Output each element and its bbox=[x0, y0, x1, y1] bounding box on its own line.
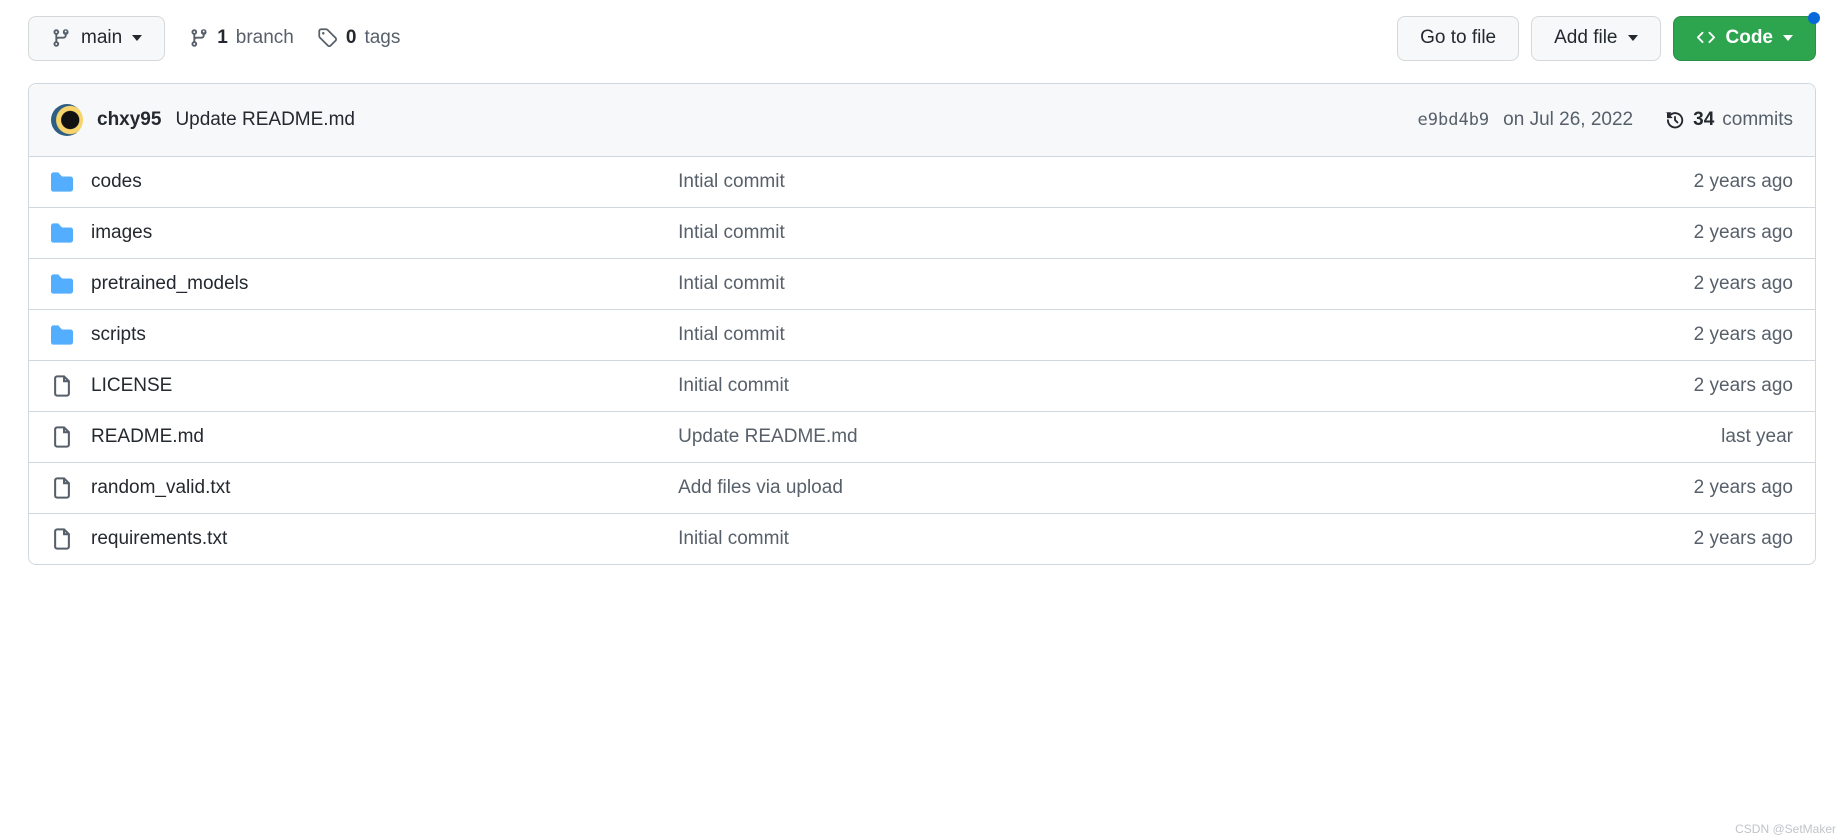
branches-link[interactable]: 1 branch bbox=[189, 27, 294, 49]
branches-word: branch bbox=[236, 27, 294, 49]
file-name-cell: random_valid.txt bbox=[51, 477, 678, 499]
commit-author[interactable]: chxy95 bbox=[97, 109, 161, 131]
folder-icon bbox=[51, 273, 73, 295]
branches-count: 1 bbox=[217, 27, 228, 49]
commit-hash[interactable]: e9bd4b9 bbox=[1418, 110, 1490, 130]
file-name-cell: codes bbox=[51, 171, 678, 193]
file-name-link[interactable]: scripts bbox=[91, 324, 146, 346]
file-name-link[interactable]: codes bbox=[91, 171, 142, 193]
file-row: images Intial commit2 years ago bbox=[29, 207, 1815, 258]
file-row: scripts Intial commit2 years ago bbox=[29, 309, 1815, 360]
git-branch-icon bbox=[51, 28, 71, 48]
commit-date: on Jul 26, 2022 bbox=[1503, 109, 1633, 131]
file-row: LICENSE Initial commit2 years ago bbox=[29, 360, 1815, 411]
file-row: random_valid.txt Add files via upload2 ye… bbox=[29, 462, 1815, 513]
toolbar-right: Go to file Add file Code bbox=[1397, 16, 1816, 61]
file-commit-age: 2 years ago bbox=[1445, 477, 1793, 499]
commits-word: commits bbox=[1722, 109, 1793, 131]
folder-icon bbox=[51, 171, 73, 193]
file-name-cell: pretrained_models bbox=[51, 273, 678, 295]
file-commit-age: 2 years ago bbox=[1445, 528, 1793, 550]
commits-link[interactable]: 34 commits bbox=[1665, 109, 1793, 131]
file-name-link[interactable]: requirements.txt bbox=[91, 528, 227, 550]
caret-down-icon bbox=[1783, 35, 1793, 41]
add-file-button[interactable]: Add file bbox=[1531, 16, 1660, 61]
repo-toolbar: main 1 branch 0 tags Go to file Add file bbox=[28, 16, 1816, 61]
file-name-cell: LICENSE bbox=[51, 375, 678, 397]
folder-icon bbox=[51, 324, 73, 346]
file-commit-message[interactable]: Intial commit bbox=[678, 171, 1444, 193]
file-name-link[interactable]: pretrained_models bbox=[91, 273, 248, 295]
toolbar-left: main 1 branch 0 tags bbox=[28, 16, 1377, 61]
git-branch-icon bbox=[189, 28, 209, 48]
file-icon bbox=[51, 528, 73, 550]
file-name-cell: scripts bbox=[51, 324, 678, 346]
file-icon bbox=[51, 426, 73, 448]
file-name-cell: requirements.txt bbox=[51, 528, 678, 550]
branch-name: main bbox=[81, 27, 122, 50]
commits-count: 34 bbox=[1693, 109, 1714, 131]
file-name-cell: images bbox=[51, 222, 678, 244]
file-commit-age: 2 years ago bbox=[1445, 273, 1793, 295]
go-to-file-label: Go to file bbox=[1420, 27, 1496, 50]
file-row: requirements.txt Initial commit2 years ag… bbox=[29, 513, 1815, 564]
code-label: Code bbox=[1726, 27, 1774, 50]
file-name-cell: README.md bbox=[51, 426, 678, 448]
branch-selector-button[interactable]: main bbox=[28, 16, 165, 61]
file-commit-message[interactable]: Update README.md bbox=[678, 426, 1444, 448]
code-button[interactable]: Code bbox=[1673, 16, 1817, 61]
file-name-link[interactable]: random_valid.txt bbox=[91, 477, 230, 499]
file-list-panel: chxy95 Update README.md e9bd4b9 on Jul 2… bbox=[28, 83, 1816, 565]
tag-icon bbox=[318, 28, 338, 48]
go-to-file-button[interactable]: Go to file bbox=[1397, 16, 1519, 61]
file-commit-message[interactable]: Initial commit bbox=[678, 528, 1444, 550]
commit-message[interactable]: Update README.md bbox=[175, 109, 355, 131]
file-commit-age: 2 years ago bbox=[1445, 222, 1793, 244]
file-commit-age: last year bbox=[1445, 426, 1793, 448]
file-row: codes Intial commit2 years ago bbox=[29, 157, 1815, 207]
file-commit-message[interactable]: Add files via upload bbox=[678, 477, 1444, 499]
file-commit-message[interactable]: Initial commit bbox=[678, 375, 1444, 397]
file-commit-message[interactable]: Intial commit bbox=[678, 324, 1444, 346]
file-commit-age: 2 years ago bbox=[1445, 324, 1793, 346]
file-name-link[interactable]: README.md bbox=[91, 426, 204, 448]
history-icon bbox=[1665, 110, 1685, 130]
file-icon bbox=[51, 375, 73, 397]
tags-word: tags bbox=[364, 27, 400, 49]
watermark: CSDN @SetMaker bbox=[1735, 822, 1836, 836]
code-icon bbox=[1696, 28, 1716, 48]
file-icon bbox=[51, 477, 73, 499]
tags-count: 0 bbox=[346, 27, 357, 49]
file-commit-age: 2 years ago bbox=[1445, 171, 1793, 193]
caret-down-icon bbox=[132, 35, 142, 41]
tags-link[interactable]: 0 tags bbox=[318, 27, 401, 49]
file-commit-message[interactable]: Intial commit bbox=[678, 222, 1444, 244]
avatar[interactable] bbox=[51, 104, 83, 136]
latest-commit-bar: chxy95 Update README.md e9bd4b9 on Jul 2… bbox=[29, 84, 1815, 157]
file-commit-age: 2 years ago bbox=[1445, 375, 1793, 397]
notification-dot-icon bbox=[1808, 12, 1820, 24]
file-rows: codesIntial commit2 years agoimagesIntia… bbox=[29, 157, 1815, 564]
file-name-link[interactable]: images bbox=[91, 222, 152, 244]
file-row: pretrained_models Intial commit2 years ag… bbox=[29, 258, 1815, 309]
file-row: README.md Update README.mdlast year bbox=[29, 411, 1815, 462]
file-commit-message[interactable]: Intial commit bbox=[678, 273, 1444, 295]
file-name-link[interactable]: LICENSE bbox=[91, 375, 172, 397]
folder-icon bbox=[51, 222, 73, 244]
add-file-label: Add file bbox=[1554, 27, 1617, 50]
caret-down-icon bbox=[1628, 35, 1638, 41]
